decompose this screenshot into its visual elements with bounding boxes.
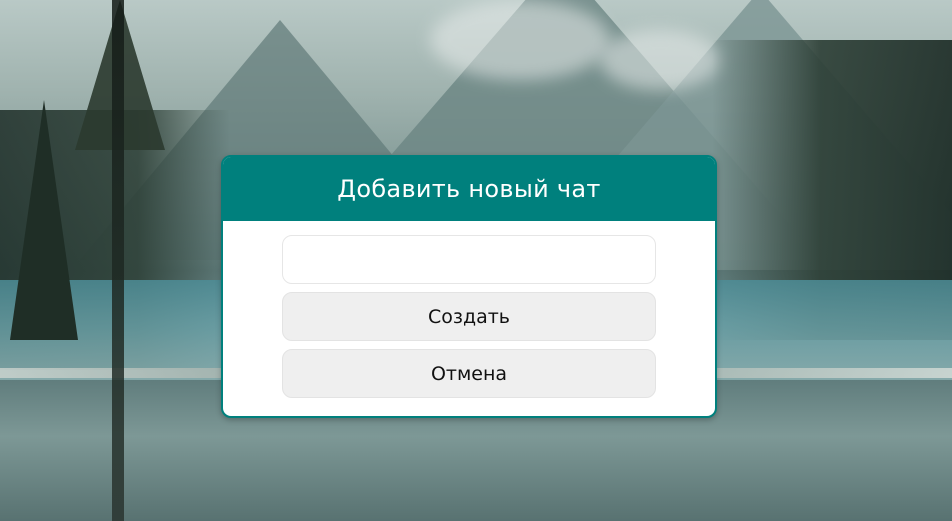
cancel-button[interactable]: Отмена — [282, 349, 656, 398]
pine-tree — [10, 100, 78, 340]
snow-patch — [430, 0, 610, 80]
dialog-body: Создать Отмена — [223, 221, 715, 398]
dialog-header: Добавить новый чат — [223, 157, 715, 221]
chat-name-input[interactable] — [282, 235, 656, 284]
tree-trunk — [112, 0, 124, 521]
create-button[interactable]: Создать — [282, 292, 656, 341]
add-chat-dialog: Добавить новый чат Создать Отмена — [221, 155, 717, 418]
snow-patch — [600, 30, 720, 90]
dialog-title: Добавить новый чат — [337, 175, 601, 203]
